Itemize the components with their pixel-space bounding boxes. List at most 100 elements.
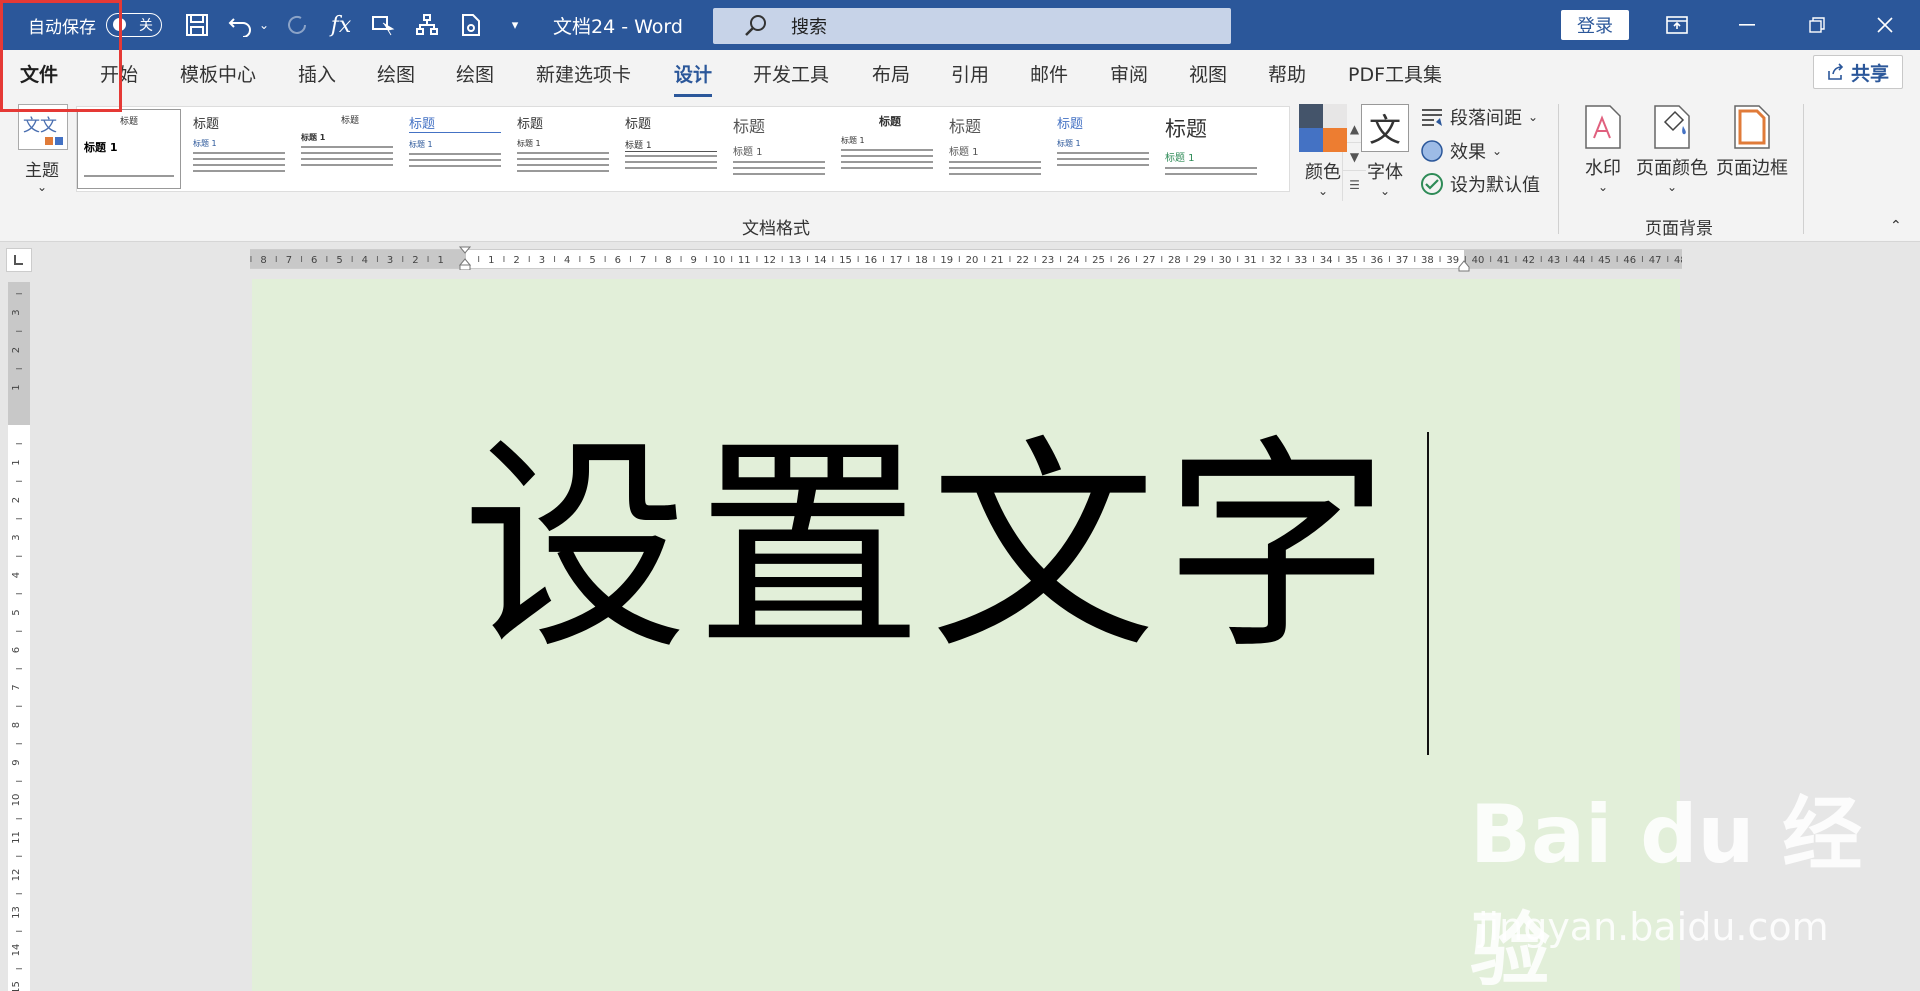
- svg-text:4: 4: [362, 255, 368, 266]
- checkmark-circle-icon: [1421, 173, 1443, 195]
- tab-view[interactable]: 视图: [1189, 60, 1227, 87]
- tab-file[interactable]: 文件: [20, 60, 58, 87]
- svg-text:8: 8: [11, 722, 22, 728]
- tab-review[interactable]: 审阅: [1110, 60, 1148, 87]
- undo-dropdown-icon[interactable]: ⌄: [254, 10, 274, 40]
- org-chart-icon[interactable]: [410, 10, 444, 40]
- effects-label: 效果: [1450, 142, 1486, 163]
- search-icon: [745, 15, 766, 36]
- svg-text:1: 1: [438, 255, 444, 266]
- tab-developer[interactable]: 开发工具: [753, 60, 829, 87]
- minimize-icon[interactable]: [1712, 0, 1782, 50]
- fonts-dropdown-icon: ⌄: [1379, 184, 1391, 198]
- tab-pdf-tools[interactable]: PDF工具集: [1348, 60, 1442, 87]
- svg-text:2: 2: [513, 255, 519, 266]
- themes-icon[interactable]: 文文: [18, 104, 68, 150]
- paragraph-spacing-button[interactable]: 段落间距 ⌄: [1420, 104, 1538, 130]
- autosave[interactable]: 自动保存 关: [28, 12, 162, 38]
- style-set-item[interactable]: 标题 标题 1: [77, 109, 181, 189]
- ribbon-display-icon[interactable]: [1642, 0, 1712, 50]
- svg-text:18: 18: [915, 255, 928, 266]
- horizontal-ruler[interactable]: 8 7 6 5 4 3 2 1 1 2 3 4 5 6 7 8 9 10 11 12 13 14 15 16 17 18 19 20 2…: [250, 246, 1682, 272]
- paragraph-spacing-label: 段落间距: [1450, 108, 1522, 129]
- save-icon[interactable]: [180, 10, 214, 40]
- svg-text:1: 1: [11, 384, 22, 390]
- print-preview-icon[interactable]: [454, 10, 488, 40]
- themes-dropdown-icon[interactable]: ⌄: [37, 180, 47, 194]
- document-text[interactable]: 设置文字: [462, 436, 1398, 662]
- right-indent-marker-icon[interactable]: [1458, 257, 1470, 272]
- svg-text:7: 7: [640, 255, 646, 266]
- svg-text:9: 9: [11, 759, 22, 765]
- style-set-item[interactable]: 标题 标题 1: [835, 109, 939, 189]
- undo-icon[interactable]: [224, 10, 258, 40]
- page-color-button[interactable]: 页面颜色 ⌄: [1636, 104, 1708, 194]
- select-objects-icon[interactable]: [366, 10, 400, 40]
- tab-design[interactable]: 设计: [674, 60, 713, 97]
- fonts-button[interactable]: 文 字体 ⌄: [1360, 104, 1410, 198]
- tab-home[interactable]: 开始: [100, 60, 138, 87]
- style-set-item[interactable]: 标题 标题 1: [403, 109, 507, 189]
- login-button[interactable]: 登录: [1561, 10, 1629, 40]
- tab-draw-2[interactable]: 绘图: [456, 60, 494, 87]
- tab-draw[interactable]: 绘图: [377, 60, 415, 87]
- watermark-button[interactable]: 水印 ⌄: [1578, 104, 1628, 194]
- text-cursor: [1427, 432, 1429, 755]
- svg-text:25: 25: [1092, 255, 1105, 266]
- indent-marker-icon[interactable]: [458, 246, 472, 271]
- colors-icon: [1299, 104, 1347, 152]
- tab-mailings[interactable]: 邮件: [1030, 60, 1068, 87]
- set-as-default-button[interactable]: 设为默认值: [1420, 171, 1540, 197]
- svg-text:26: 26: [1117, 255, 1130, 266]
- tab-selector-icon[interactable]: [6, 248, 32, 272]
- svg-text:12: 12: [11, 869, 22, 882]
- restore-icon[interactable]: [1782, 0, 1852, 50]
- style-set-item[interactable]: 标题 标题 1: [1159, 109, 1263, 189]
- style-set-item[interactable]: 标题 标题 1: [943, 109, 1047, 189]
- page-borders-button[interactable]: 页面边框: [1714, 104, 1790, 180]
- function-icon[interactable]: fx: [324, 10, 358, 40]
- svg-text:15: 15: [11, 981, 22, 991]
- vertical-ruler[interactable]: 3 2 1 1 2 3 4 5 6 7 8 9 10 11 12 13 14 15: [8, 282, 30, 991]
- search-box[interactable]: 搜索: [713, 8, 1231, 44]
- autosave-toggle[interactable]: 关: [106, 13, 162, 37]
- svg-text:10: 10: [713, 255, 726, 266]
- style-set-item[interactable]: 标题 标题 1: [1051, 109, 1155, 189]
- paragraph-spacing-icon: [1422, 109, 1442, 126]
- style-set-item[interactable]: 标题 标题 1: [727, 109, 831, 189]
- share-icon: [1828, 63, 1844, 80]
- share-button[interactable]: 共享: [1813, 55, 1903, 89]
- tab-help[interactable]: 帮助: [1268, 60, 1306, 87]
- tab-layout[interactable]: 布局: [872, 60, 910, 87]
- tab-insert[interactable]: 插入: [298, 60, 336, 87]
- document-title: 文档24 - Word: [553, 16, 683, 38]
- tab-template-center[interactable]: 模板中心: [180, 60, 256, 87]
- colors-dropdown-icon: ⌄: [1317, 184, 1329, 198]
- svg-text:10: 10: [11, 794, 22, 807]
- svg-text:31: 31: [1244, 255, 1257, 266]
- customize-toolbar-icon[interactable]: ▾: [498, 10, 532, 40]
- svg-text:5: 5: [589, 255, 595, 266]
- svg-text:43: 43: [1548, 255, 1561, 266]
- style-set-item[interactable]: 标题 标题 1: [511, 109, 615, 189]
- svg-text:28: 28: [1168, 255, 1181, 266]
- effects-button[interactable]: 效果 ⌄: [1420, 138, 1502, 164]
- redo-icon: [280, 10, 314, 40]
- svg-text:4: 4: [564, 255, 570, 266]
- collapse-ribbon-icon[interactable]: ⌃: [1890, 218, 1902, 234]
- svg-text:8: 8: [665, 255, 671, 266]
- page-borders-label: 页面边框: [1716, 158, 1788, 179]
- svg-text:40: 40: [1472, 255, 1485, 266]
- themes-label[interactable]: 主题: [25, 156, 59, 181]
- style-set-item[interactable]: 标题 标题 1: [187, 109, 291, 189]
- tab-references[interactable]: 引用: [951, 60, 989, 87]
- svg-text:11: 11: [738, 255, 751, 266]
- close-icon[interactable]: [1850, 0, 1920, 50]
- colors-button[interactable]: 颜色 ⌄: [1298, 104, 1348, 198]
- svg-text:8: 8: [260, 255, 266, 266]
- style-set-item[interactable]: 标题 标题 1: [295, 109, 399, 189]
- tab-new-tab[interactable]: 新建选项卡: [536, 60, 631, 87]
- style-set-item[interactable]: 标题 标题 1: [619, 109, 723, 189]
- baidu-watermark: Bai du 经验: [1470, 788, 1863, 991]
- svg-text:2: 2: [412, 255, 418, 266]
